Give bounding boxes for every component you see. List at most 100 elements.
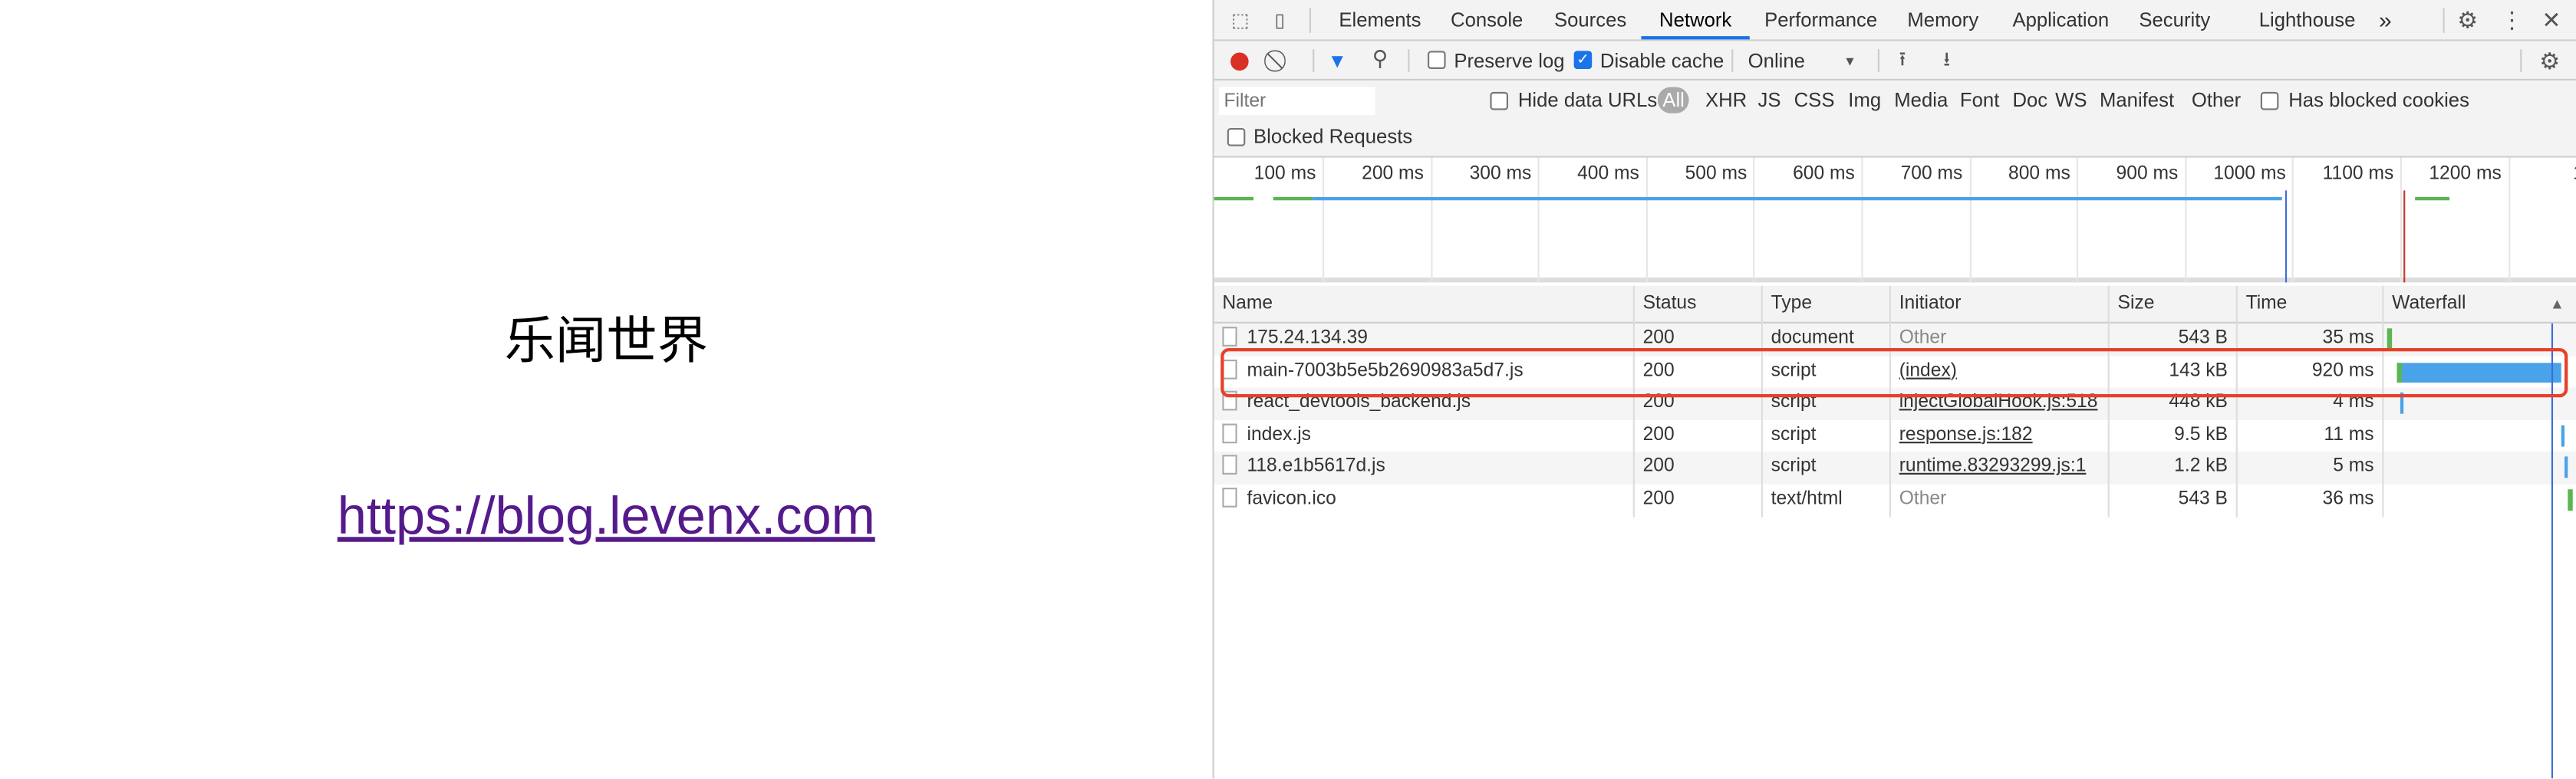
cell-initiator[interactable]: response.js:182 xyxy=(1891,419,2110,452)
type-filter-img[interactable]: Img xyxy=(1848,89,1881,112)
cell-waterfall xyxy=(2383,485,2576,517)
type-filter-js[interactable]: JS xyxy=(1758,89,1781,112)
more-options-icon[interactable]: ⋮ xyxy=(2499,5,2525,33)
timeline-gridline xyxy=(2077,157,2079,283)
filter-bar: Hide data URLs All XHR JS CSS Img Media … xyxy=(1214,80,2576,158)
tab-elements[interactable]: Elements xyxy=(1339,0,1421,39)
timeline-tick-label: 700 ms xyxy=(1900,164,1963,184)
preserve-log-label: Preserve log xyxy=(1454,49,1565,73)
cell-initiator[interactable]: runtime.83293299.js:1 xyxy=(1891,452,2110,485)
type-filter-ws[interactable]: WS xyxy=(2055,89,2087,112)
timeline-request-bar xyxy=(1273,196,1313,201)
column-header-waterfall[interactable]: Waterfall xyxy=(2383,286,2576,324)
initiator-text: Other xyxy=(1899,489,1947,509)
settings-gear-icon[interactable]: ⚙ xyxy=(2455,5,2481,33)
tab-performance[interactable]: Performance xyxy=(1764,0,1877,39)
waterfall-bar xyxy=(2561,425,2565,447)
status-text: 200 xyxy=(1642,457,1675,477)
search-icon[interactable]: ⚲ xyxy=(1369,46,1392,71)
filter-input[interactable] xyxy=(1219,87,1375,115)
column-header-time[interactable]: Time xyxy=(2238,285,2384,324)
type-filter-xhr[interactable]: XHR xyxy=(1705,89,1747,112)
throttling-select[interactable]: Online xyxy=(1748,49,1805,72)
cell-waterfall xyxy=(2383,452,2576,485)
column-header-size[interactable]: Size xyxy=(2110,285,2238,324)
file-icon xyxy=(1222,488,1237,508)
column-header-type[interactable]: Type xyxy=(1763,285,1891,324)
cell-time: 36 ms xyxy=(2238,484,2384,517)
clear-icon[interactable]: ⃠ xyxy=(1268,49,1291,72)
size-text: 543 B xyxy=(2178,328,2228,349)
type-filter-css[interactable]: CSS xyxy=(1794,89,1835,112)
blocked-requests-checkbox[interactable] xyxy=(1227,128,1246,146)
blocked-requests-label: Blocked Requests xyxy=(1253,124,1413,148)
tab-memory[interactable]: Memory xyxy=(1907,0,1978,39)
timeline-gridline xyxy=(1537,157,1540,283)
cell-name[interactable]: index.js xyxy=(1214,419,1635,452)
tab-network[interactable]: Network xyxy=(1641,0,1750,40)
column-header-name[interactable]: Name xyxy=(1214,285,1635,324)
filter-icon[interactable]: ▼ xyxy=(1326,49,1349,72)
hide-data-urls-label: Hide data URLs xyxy=(1517,88,1658,112)
tab-security[interactable]: Security xyxy=(2139,0,2210,39)
initiator-text: runtime.83293299.js:1 xyxy=(1899,457,2087,477)
has-blocked-cookies-checkbox[interactable] xyxy=(2260,91,2279,110)
network-overview-timeline[interactable]: 100 ms 200 ms 300 ms 400 ms 500 ms 600 ms 700 … xyxy=(1214,157,2576,283)
type-filter-all[interactable]: All xyxy=(1657,87,1690,113)
cell-initiator: Other xyxy=(1891,484,2110,517)
type-text: script xyxy=(1771,457,1817,477)
type-filter-font[interactable]: Font xyxy=(1960,89,1999,112)
table-row[interactable]: favicon.ico 200 text/html Other 543 B 36 ms xyxy=(1214,484,2576,517)
tab-lighthouse[interactable]: Lighthouse xyxy=(2259,0,2356,39)
size-text: 543 B xyxy=(2178,489,2228,509)
hide-data-urls-checkbox[interactable] xyxy=(1490,91,1508,110)
disable-cache-checkbox[interactable]: ✓ xyxy=(1573,51,1593,69)
column-header-initiator[interactable]: Initiator xyxy=(1891,285,2110,324)
network-settings-icon[interactable]: ⚙ xyxy=(2537,47,2563,74)
timeline-tick-label: 800 ms xyxy=(2008,164,2070,184)
initiator-text: Other xyxy=(1899,328,1947,349)
tab-console[interactable]: Console xyxy=(1451,0,1523,39)
record-icon[interactable] xyxy=(1227,49,1250,72)
table-row[interactable]: 118.e1b5617d.js 200 script runtime.83293299… xyxy=(1214,452,2576,485)
type-filter-doc[interactable]: Doc xyxy=(2012,89,2047,112)
import-har-icon[interactable]: ⭱ xyxy=(1892,47,1912,74)
device-toolbar-icon[interactable]: ▯ xyxy=(1267,7,1293,33)
type-filter-media[interactable]: Media xyxy=(1894,89,1948,112)
cell-time: 5 ms xyxy=(2238,452,2384,485)
inspect-element-icon[interactable]: ⬚ xyxy=(1227,7,1253,33)
chevron-down-icon[interactable]: ▼ xyxy=(1842,51,1858,71)
type-filter-other[interactable]: Other xyxy=(2192,89,2241,112)
type-filter-manifest[interactable]: Manifest xyxy=(2100,89,2174,112)
devtools-tab-bar: ⬚ ▯ Elements Console Sources Network Per… xyxy=(1214,0,2576,41)
blog-link[interactable]: https://blog.levenx.com xyxy=(0,486,1213,547)
waterfall-bar xyxy=(2568,489,2573,511)
timeline-request-bar xyxy=(2415,196,2450,201)
timeline-request-bar xyxy=(1313,196,2282,201)
cell-name[interactable]: 118.e1b5617d.js xyxy=(1214,452,1635,485)
more-tabs-button[interactable]: » xyxy=(2379,0,2392,39)
status-text: 200 xyxy=(1642,328,1675,349)
sort-ascending-icon[interactable]: ▲ xyxy=(2550,286,2564,324)
time-text: 35 ms xyxy=(2322,328,2374,349)
tab-sources[interactable]: Sources xyxy=(1554,0,1626,39)
cell-name[interactable]: favicon.ico xyxy=(1214,484,1635,517)
column-header-status[interactable]: Status xyxy=(1635,285,1763,324)
devtools-panel: ⬚ ▯ Elements Console Sources Network Per… xyxy=(1212,0,2576,779)
network-toolbar: ⃠ ▼ ⚲ Preserve log ✓ Disable cache Onlin… xyxy=(1214,41,2576,81)
cell-type: script xyxy=(1763,419,1891,452)
timeline-tick-label: 300 ms xyxy=(1469,164,1532,184)
name-text: 118.e1b5617d.js xyxy=(1247,457,1385,477)
requests-table-header: Name Status Type Initiator Size Time Waterfall… xyxy=(1214,285,2576,324)
export-har-icon[interactable]: ⭳ xyxy=(1937,47,1957,74)
tab-application[interactable]: Application xyxy=(2012,0,2109,39)
preserve-log-checkbox[interactable] xyxy=(1428,51,1446,69)
cell-size: 543 B xyxy=(2110,484,2238,517)
close-icon[interactable]: ✕ xyxy=(2538,5,2564,33)
time-text: 5 ms xyxy=(2333,457,2374,477)
timeline-tick-label: 900 ms xyxy=(2116,164,2179,184)
timeline-tick-label: 130 xyxy=(2573,164,2576,184)
time-text: 11 ms xyxy=(2324,425,2374,445)
table-row[interactable]: index.js 200 script response.js:182 9.5 kB 11… xyxy=(1214,419,2576,452)
status-text: 200 xyxy=(1642,425,1675,445)
